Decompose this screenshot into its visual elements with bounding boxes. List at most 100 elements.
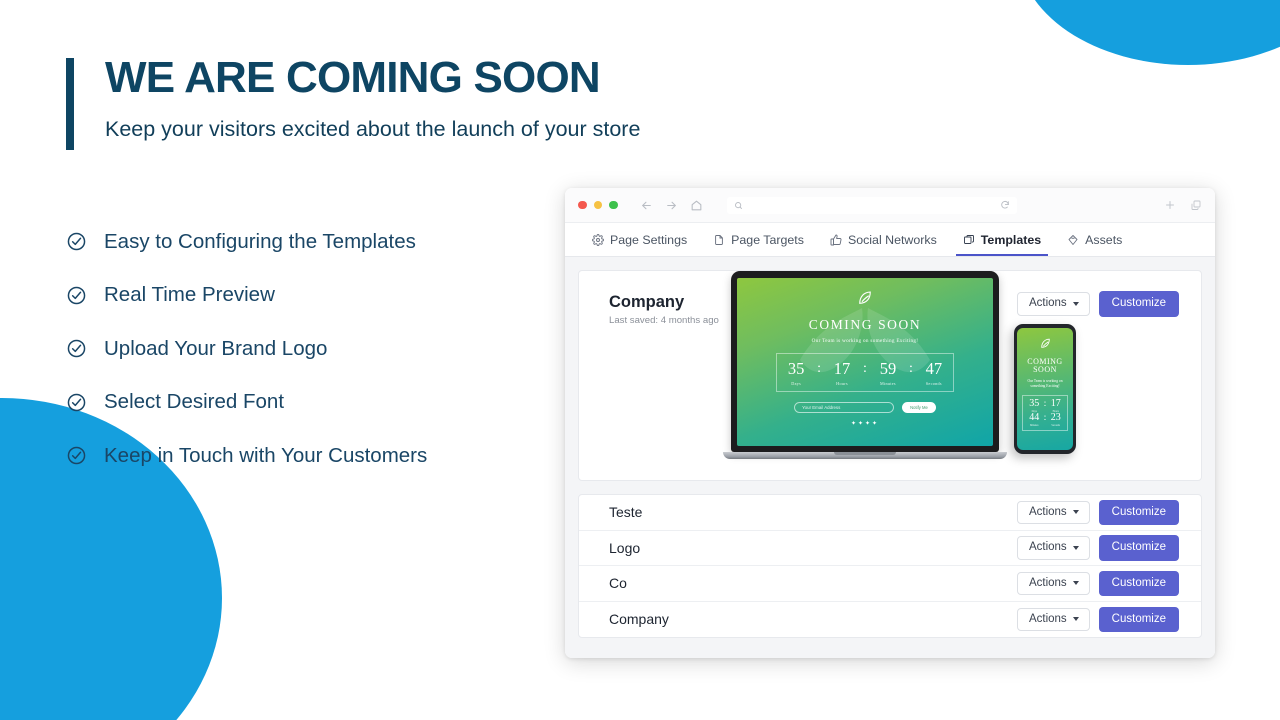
countdown-label: Hours bbox=[836, 380, 848, 386]
thumbs-up-icon bbox=[830, 234, 842, 245]
laptop-mockup: COMING SOON Our Team is working on somet… bbox=[723, 271, 1007, 459]
leaf-logo-icon bbox=[1040, 338, 1050, 348]
countdown-label: Days bbox=[1031, 409, 1037, 413]
maximize-dot[interactable] bbox=[609, 200, 618, 210]
customize-button[interactable]: Customize bbox=[1098, 535, 1179, 561]
list-item: Easy to Configuring the Templates bbox=[66, 215, 586, 269]
new-tab-plus-icon[interactable] bbox=[1164, 199, 1176, 211]
tab-label: Assets bbox=[1085, 232, 1123, 247]
table-row[interactable]: Teste Actions Customize bbox=[579, 495, 1201, 531]
table-row[interactable]: Company Actions Customize bbox=[579, 602, 1201, 638]
actions-dropdown-button[interactable]: Actions bbox=[1016, 607, 1090, 631]
assets-icon bbox=[1068, 234, 1078, 245]
template-name: Co bbox=[609, 575, 627, 592]
actions-dropdown-button[interactable]: Actions bbox=[1016, 500, 1090, 524]
tab-page-settings[interactable]: Page Settings bbox=[579, 223, 700, 256]
preview-tagline: Our Team is working on something Excitin… bbox=[811, 338, 919, 344]
list-item-label: Easy to Configuring the Templates bbox=[104, 229, 416, 253]
countdown-value: 44 bbox=[1029, 411, 1040, 423]
window-controls bbox=[578, 200, 618, 210]
countdown-label: Seconds bbox=[1051, 423, 1061, 427]
tab-page-targets[interactable]: Page Targets bbox=[700, 223, 817, 256]
document-icon bbox=[715, 234, 724, 245]
table-row[interactable]: Logo Actions Customize bbox=[579, 531, 1201, 566]
feature-list: Easy to Configuring the Templates Real T… bbox=[66, 215, 586, 483]
featured-template-name: Company bbox=[609, 293, 685, 311]
preview-tagline: Our Team is working on something Excitin… bbox=[1027, 378, 1063, 388]
tab-templates[interactable]: Templates bbox=[950, 223, 1054, 256]
list-item: Real Time Preview bbox=[66, 269, 586, 323]
duplicate-tabs-icon[interactable] bbox=[1190, 199, 1202, 211]
actions-label: Actions bbox=[1028, 541, 1067, 553]
list-item-label: Upload Your Brand Logo bbox=[104, 336, 328, 360]
check-circle-icon bbox=[67, 286, 86, 305]
page-subtitle: Keep your visitors excited about the lau… bbox=[105, 116, 641, 141]
customize-button[interactable]: Customize bbox=[1098, 606, 1179, 632]
search-icon bbox=[734, 201, 742, 209]
accent-bar bbox=[66, 58, 74, 150]
row-buttons: Actions Customize bbox=[1016, 606, 1179, 632]
countdown-value: 17 bbox=[833, 359, 851, 378]
tab-label: Social Networks bbox=[847, 232, 937, 247]
actions-dropdown-button[interactable]: Actions bbox=[1016, 571, 1090, 595]
countdown-separator: : bbox=[817, 361, 822, 376]
featured-template-card: Company Last saved: 4 months ago Actions… bbox=[578, 270, 1202, 481]
featured-template-saved-time: Last saved: 4 months ago bbox=[609, 315, 719, 326]
leaf-logo-icon bbox=[859, 291, 871, 304]
actions-dropdown-button[interactable]: Actions bbox=[1016, 536, 1090, 560]
customize-button[interactable]: Customize bbox=[1098, 291, 1179, 317]
tab-assets[interactable]: Assets bbox=[1054, 223, 1135, 256]
list-item-label: Real Time Preview bbox=[104, 283, 275, 307]
template-name: Logo bbox=[609, 539, 641, 556]
laptop-screen: COMING SOON Our Team is working on somet… bbox=[737, 278, 993, 446]
customize-button[interactable]: Customize bbox=[1098, 499, 1179, 525]
countdown-row: 35 Days : 17 Hours bbox=[1023, 397, 1067, 413]
hero-section: WE ARE COMING SOON Keep your visitors ex… bbox=[66, 55, 641, 150]
home-icon[interactable] bbox=[690, 199, 703, 212]
countdown-label: Minutes bbox=[1029, 423, 1039, 427]
countdown-value: 23 bbox=[1050, 411, 1061, 423]
check-circle-icon bbox=[67, 339, 86, 358]
actions-label: Actions bbox=[1028, 576, 1067, 589]
list-item: Keep in Touch with Your Customers bbox=[66, 429, 586, 483]
email-field[interactable]: Your Email Address bbox=[794, 401, 895, 413]
laptop-lid: COMING SOON Our Team is working on somet… bbox=[731, 271, 999, 452]
chrome-right-icons bbox=[1146, 199, 1202, 211]
forward-arrow-icon[interactable] bbox=[665, 199, 678, 212]
address-bar[interactable] bbox=[726, 196, 1017, 214]
templates-icon bbox=[963, 234, 974, 244]
countdown-timer: 35 Days : 17 Hours 44 Minutes: 23 Secon… bbox=[1022, 394, 1068, 431]
countdown-unit: 35 Days bbox=[1026, 397, 1043, 413]
tab-social-networks[interactable]: Social Networks bbox=[817, 223, 950, 256]
list-item-label: Select Desired Font bbox=[104, 390, 285, 414]
countdown-unit: 17 Hours bbox=[823, 359, 861, 386]
countdown-value: 35 bbox=[1029, 397, 1040, 409]
countdown-value: 59 bbox=[879, 359, 897, 378]
preview-title: COMING SOON bbox=[1027, 357, 1063, 375]
back-arrow-icon[interactable] bbox=[640, 199, 653, 212]
close-dot[interactable] bbox=[578, 200, 587, 210]
template-name: Teste bbox=[609, 504, 643, 521]
countdown-unit: 59 Minutes bbox=[869, 359, 907, 385]
browser-chrome-bar bbox=[565, 188, 1215, 222]
template-name: Company bbox=[609, 611, 669, 628]
check-circle-icon bbox=[67, 393, 86, 412]
table-row[interactable]: Co Actions Customize bbox=[579, 566, 1201, 602]
actions-label: Actions bbox=[1028, 505, 1067, 518]
countdown-unit: 44 Minutes bbox=[1026, 411, 1043, 427]
chevron-down-icon bbox=[1072, 545, 1079, 550]
phone-screen: COMING SOON Our Team is working on somet… bbox=[1017, 328, 1073, 450]
notify-me-button[interactable]: Notify Me bbox=[902, 401, 936, 413]
tab-bar: Page Settings Page Targets Social Networ… bbox=[565, 222, 1215, 257]
countdown-label: Hours bbox=[1052, 409, 1059, 413]
countdown-unit: 23 Seconds bbox=[1047, 411, 1064, 427]
countdown-value: 47 bbox=[925, 359, 943, 378]
check-circle-icon bbox=[67, 446, 86, 465]
subscribe-form: Your Email Address Notify Me bbox=[737, 401, 993, 413]
minimize-dot[interactable] bbox=[593, 200, 602, 210]
chevron-down-icon bbox=[1072, 510, 1079, 515]
reload-icon[interactable] bbox=[1000, 200, 1010, 210]
countdown-value: 35 bbox=[787, 359, 805, 378]
countdown-timer: 35 Days : 17 Hours : 59 Minutes: 47 Sec… bbox=[776, 353, 954, 392]
customize-button[interactable]: Customize bbox=[1098, 570, 1179, 596]
